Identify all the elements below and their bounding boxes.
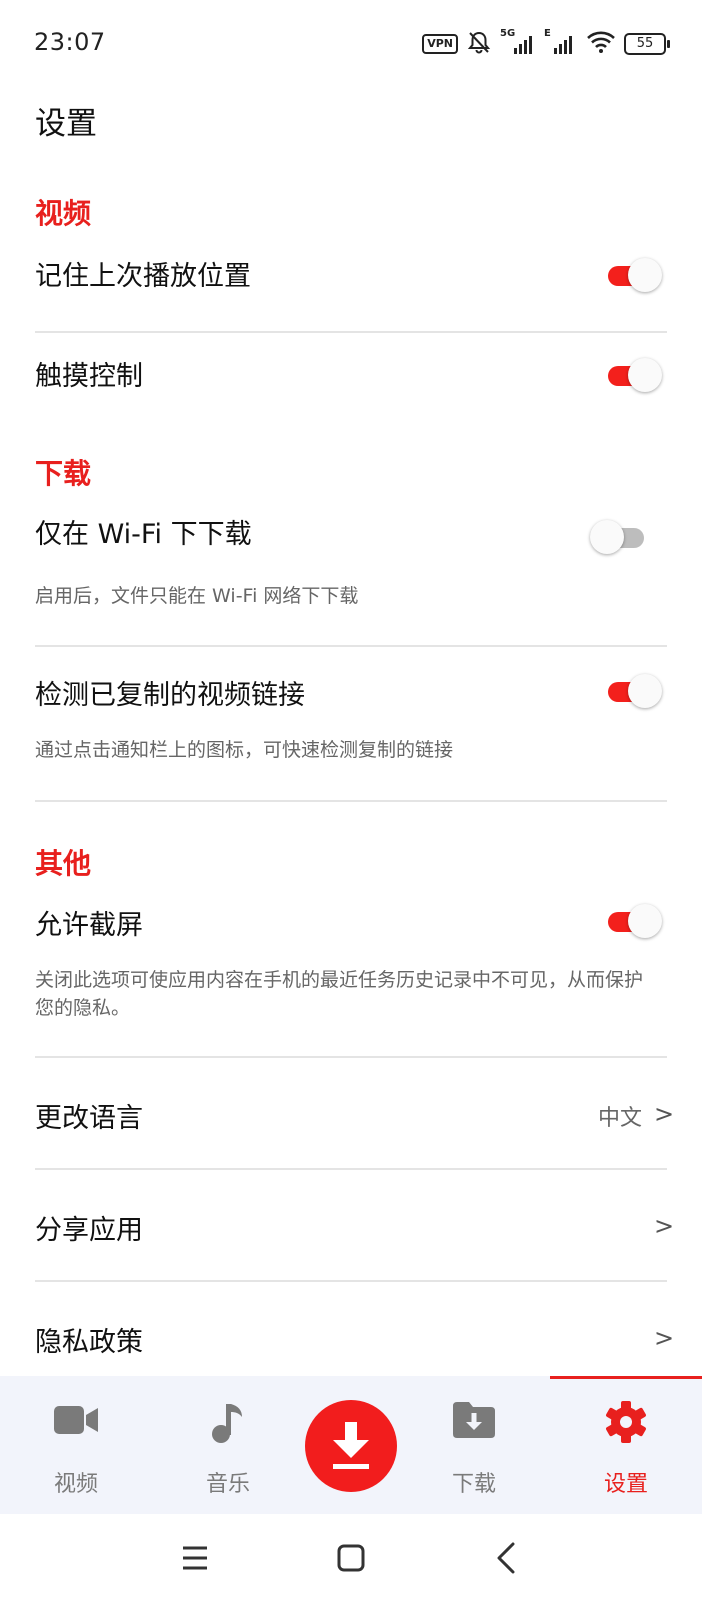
section-header-download: 下载	[35, 457, 92, 490]
change-language-row[interactable]: 更改语言 中文 >	[0, 1058, 702, 1168]
current-language-value: 中文	[598, 1106, 643, 1131]
status-icons: VPN 5G E 55	[422, 26, 670, 62]
change-language-label: 更改语言	[35, 1103, 143, 1134]
wifi-only-toggle[interactable]	[590, 518, 648, 556]
allow-screenshot-label: 允许截屏	[35, 910, 143, 941]
allow-screenshot-description: 关闭此选项可使应用内容在手机的最近任务历史记录中不可见，从而保护您的隐私。	[35, 969, 644, 1019]
nav-tab-music-label: 音乐	[205, 1472, 250, 1497]
download-folder-icon	[453, 1402, 495, 1438]
nav-tab-video-label: 视频	[53, 1472, 98, 1497]
privacy-policy-row[interactable]: 隐私政策 >	[0, 1282, 702, 1376]
touch-control-toggle[interactable]	[604, 356, 662, 394]
touch-control-label: 触摸控制	[35, 361, 143, 392]
home-square-icon[interactable]	[329, 1536, 373, 1580]
wifi-only-description: 启用后，文件只能在 Wi-Fi 网络下下载	[35, 585, 359, 607]
chevron-right-icon: >	[654, 1324, 675, 1352]
detect-links-toggle[interactable]	[604, 672, 662, 710]
signal-e-icon: E	[544, 28, 578, 58]
bottom-navigation: 视频 音乐 下载 设置	[0, 1376, 702, 1514]
remember-position-toggle[interactable]	[604, 256, 662, 294]
gear-icon	[606, 1401, 646, 1443]
video-camera-icon	[54, 1406, 98, 1434]
vpn-icon: VPN	[422, 34, 458, 54]
divider	[35, 331, 667, 333]
nav-tab-music[interactable]: 音乐	[158, 1376, 298, 1514]
privacy-policy-label: 隐私政策	[35, 1327, 143, 1358]
nav-tab-download-label: 下载	[451, 1472, 496, 1497]
share-app-row[interactable]: 分享应用 >	[0, 1170, 702, 1280]
nav-tab-download[interactable]: 下载	[404, 1376, 544, 1514]
divider	[35, 800, 667, 802]
section-header-video: 视频	[35, 197, 92, 230]
divider	[35, 645, 667, 647]
detect-links-label: 检测已复制的视频链接	[35, 680, 305, 711]
download-arrow-icon	[333, 1422, 369, 1469]
chevron-right-icon: >	[654, 1212, 675, 1240]
detect-links-description: 通过点击通知栏上的图标，可快速检测复制的链接	[35, 739, 454, 761]
page-title: 设置	[35, 106, 97, 142]
bell-muted-icon	[466, 29, 492, 59]
nav-tab-video[interactable]: 视频	[6, 1376, 146, 1514]
remember-position-label: 记住上次播放位置	[35, 261, 251, 292]
nav-tab-settings[interactable]: 设置	[556, 1376, 696, 1514]
recents-menu-icon[interactable]	[173, 1536, 217, 1580]
back-chevron-icon[interactable]	[485, 1536, 529, 1580]
status-time: 23:07	[34, 28, 106, 56]
wifi-only-label: 仅在 Wi-Fi 下下载	[35, 519, 252, 550]
system-navigation-bar	[0, 1514, 702, 1600]
wifi-icon	[586, 30, 616, 58]
battery-icon: 55	[624, 33, 670, 55]
allow-screenshot-toggle[interactable]	[604, 902, 662, 940]
section-header-other: 其他	[35, 847, 92, 880]
chevron-right-icon: >	[654, 1100, 675, 1128]
music-note-icon	[212, 1404, 242, 1443]
share-app-label: 分享应用	[35, 1215, 143, 1246]
nav-tab-settings-label: 设置	[603, 1472, 648, 1497]
download-fab-button[interactable]	[305, 1400, 397, 1492]
signal-5g-icon: 5G	[500, 28, 536, 58]
status-bar: 23:07 VPN 5G E 55	[0, 0, 702, 90]
